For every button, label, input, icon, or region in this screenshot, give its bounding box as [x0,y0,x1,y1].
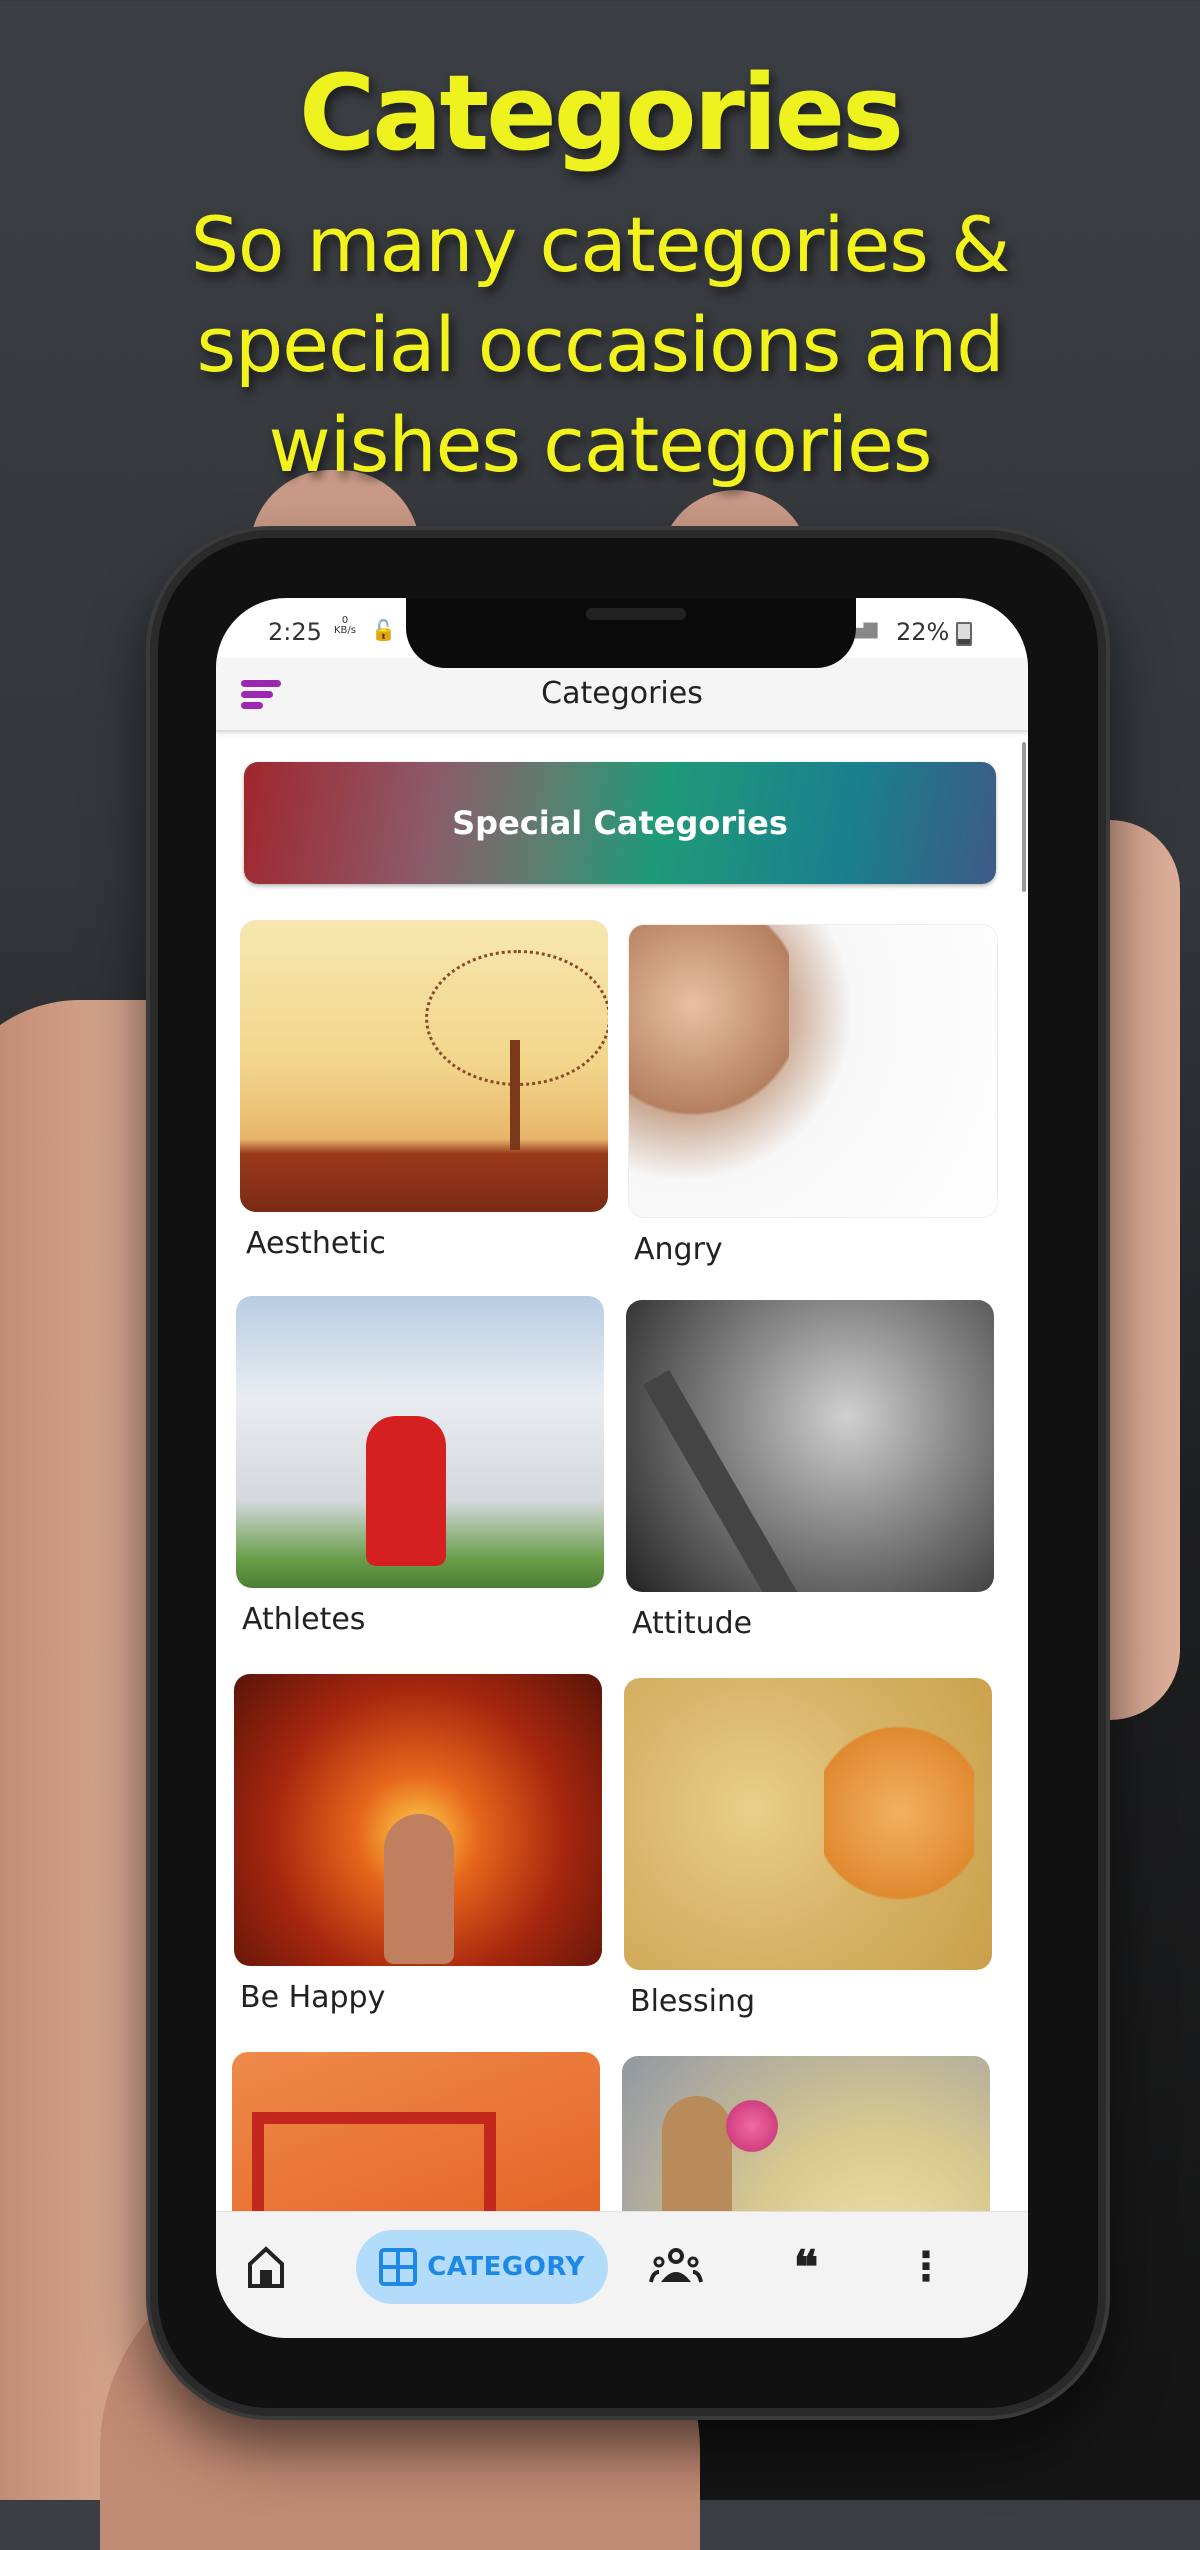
category-card[interactable] [232,2052,600,2212]
category-card-athletes[interactable]: Athletes [236,1296,604,1637]
more-vert-icon: ⋮ [906,2244,946,2290]
category-label: Athletes [242,1602,366,1637]
more-options-button[interactable]: ⋮ [906,2230,946,2304]
grid-icon [379,2248,418,2286]
promo-subtitle-line: So many categories & [190,200,1011,289]
app-bar: Categories [216,658,1028,732]
hands-shape [824,1718,974,1908]
nav-category-label: CATEGORY [427,2252,585,2282]
phone-frame: 2:25 0 KB/s 🔓 ▂▄▆ 22% Categories Special… [150,530,1106,2416]
speaker [586,608,686,620]
nav-quotes[interactable]: ❝ [771,2230,841,2304]
nav-home[interactable] [236,2230,296,2304]
promo-title: Categories [298,52,904,174]
category-image [240,920,608,1212]
thumb-shape [384,1814,454,1964]
category-card-attitude[interactable]: Attitude [626,1300,994,1641]
notch [406,598,856,668]
page-title: Categories [541,676,703,711]
category-image [626,1300,994,1592]
category-image [234,1674,602,1966]
category-image [624,1678,992,1970]
category-label: Attitude [632,1606,753,1641]
people-icon [649,2248,703,2283]
category-image [236,1296,604,1588]
category-card-aesthetic[interactable]: Aesthetic [240,920,608,1261]
data-rate-unit: KB/s [334,625,356,636]
quote-icon: ❝ [793,2240,819,2294]
category-card[interactable] [622,2056,990,2212]
battery-percent: 22% [896,618,950,646]
scrollbar[interactable] [1022,742,1026,892]
battery-icon [956,622,972,646]
guitar-shape [643,1369,799,1592]
category-card-blessing[interactable]: Blessing [624,1678,992,2019]
special-categories-button[interactable]: Special Categories [244,762,996,884]
roses-shape [722,2096,782,2156]
category-image [232,2052,600,2212]
category-card-be-happy[interactable]: Be Happy [234,1674,602,2015]
nav-category[interactable]: CATEGORY [356,2230,608,2304]
category-label: Angry [634,1232,723,1267]
bottom-navigation: CATEGORY ❝ ⋮ [216,2211,1028,2338]
home-icon [248,2246,284,2288]
category-label: Blessing [630,1984,756,2019]
category-label: Aesthetic [246,1226,386,1261]
category-label: Be Happy [240,1980,386,2015]
category-content: Special Categories Aesthetic Angry Athle… [216,732,1028,2212]
category-image [628,924,998,1218]
status-time: 2:25 [268,618,322,646]
promo-subtitle-line: wishes categories [268,400,933,489]
lock-icon: 🔓 [371,618,396,642]
golfer-shape [366,1416,446,1566]
tree-trunk [510,1040,520,1150]
promo-subtitle-line: special occasions and [196,300,1004,389]
nav-community[interactable] [636,2230,716,2304]
ladder-shape [252,2112,496,2212]
data-rate: 0 KB/s [334,616,356,636]
category-card-angry[interactable]: Angry [628,924,998,1267]
category-image [622,2056,990,2212]
phone-screen: 2:25 0 KB/s 🔓 ▂▄▆ 22% Categories Special… [216,598,1028,2338]
face-shape [629,925,789,1125]
